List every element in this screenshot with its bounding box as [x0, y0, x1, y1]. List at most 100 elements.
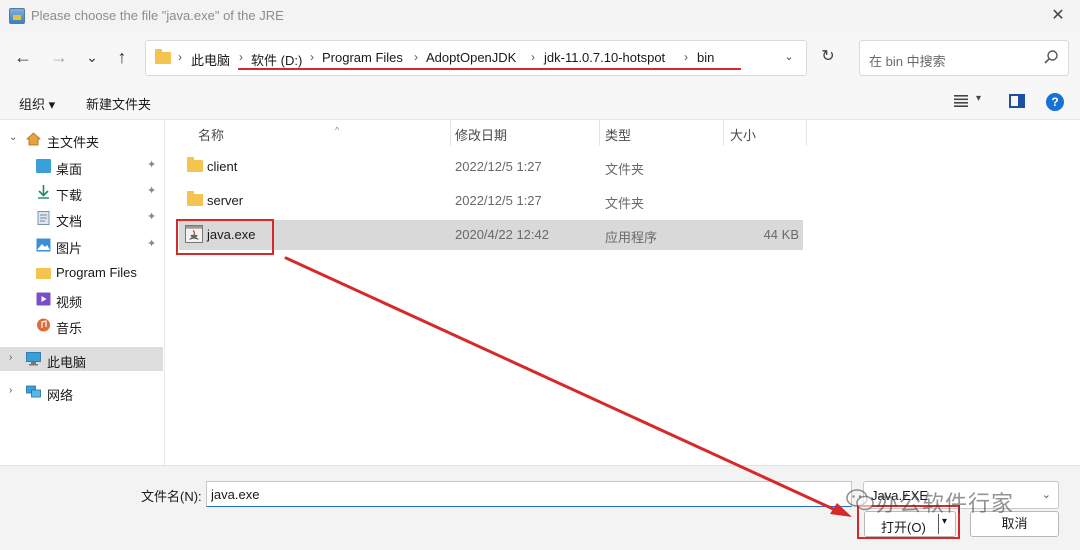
sort-ascending-icon: ^	[335, 125, 340, 135]
filename-label: 文件名(N):	[141, 489, 202, 504]
navigation-pane: ⌄ 主文件夹 桌面 ✦ 下载 ✦ 文档 ✦ 图片 ✦ Program Files…	[0, 120, 165, 465]
expanded-chevron-icon[interactable]: ⌄	[9, 132, 17, 143]
sidebar-item-pictures[interactable]: 图片 ✦	[0, 233, 163, 257]
breadcrumb-adoptopenjdk[interactable]: AdoptOpenJDK	[426, 50, 516, 65]
sidebar-item-label: 桌面	[56, 162, 83, 177]
file-name: server	[207, 193, 244, 208]
music-icon	[37, 318, 50, 332]
sidebar-item-label: 网络	[47, 388, 74, 403]
watermark: 办公软件行家	[840, 480, 1060, 520]
breadcrumb-separator: ›	[414, 50, 418, 64]
sidebar-item-network[interactable]: › 网络	[0, 380, 163, 404]
file-name: client	[207, 159, 238, 174]
sidebar-item-label: 视频	[56, 295, 83, 310]
sidebar-item-label: 此电脑	[47, 355, 87, 370]
breadcrumb-bin[interactable]: bin	[697, 50, 714, 65]
file-list: 名称 ^ 修改日期 类型 大小 client 2022/12/5 1:27 文件…	[165, 120, 1080, 465]
column-header-size[interactable]: 大小	[724, 120, 806, 146]
refresh-icon[interactable]: ↻	[817, 46, 839, 68]
sidebar-item-music[interactable]: 音乐	[0, 313, 163, 337]
sidebar-item-home[interactable]: ⌄ 主文件夹	[0, 127, 163, 151]
breadcrumb-separator: ›	[531, 50, 535, 64]
sidebar-item-label: 下载	[56, 188, 83, 203]
breadcrumb-separator: ›	[178, 50, 182, 64]
sidebar-item-documents[interactable]: 文档 ✦	[0, 206, 163, 230]
sidebar-item-label: Program Files	[56, 265, 137, 280]
watermark-text: 办公软件行家	[876, 491, 1015, 516]
document-icon	[37, 211, 50, 225]
app-icon	[9, 8, 25, 24]
address-bar[interactable]: › 此电脑 › 软件 (D:) › Program Files › AdoptO…	[145, 40, 807, 76]
sidebar-item-label: 音乐	[56, 321, 83, 336]
breadcrumb-separator: ›	[239, 50, 243, 64]
breadcrumb-separator: ›	[310, 50, 314, 64]
file-date: 2020/4/22 12:42	[455, 227, 549, 242]
expand-chevron-icon[interactable]: ›	[9, 385, 12, 396]
wechat-logo-icon	[846, 489, 874, 511]
sidebar-item-program-files[interactable]: Program Files	[0, 260, 163, 284]
pin-icon: ✦	[147, 211, 157, 223]
file-date: 2022/12/5 1:27	[455, 159, 542, 174]
sidebar-item-downloads[interactable]: 下载 ✦	[0, 180, 163, 204]
computer-icon	[26, 352, 41, 366]
file-type: 文件夹	[605, 162, 645, 177]
sidebar-item-label: 文档	[56, 214, 83, 229]
new-folder-button[interactable]: 新建文件夹	[86, 94, 151, 113]
sidebar-item-videos[interactable]: 视频	[0, 287, 163, 311]
view-list-icon[interactable]	[954, 95, 968, 107]
column-header-date[interactable]: 修改日期	[451, 120, 599, 146]
breadcrumb-jdk[interactable]: jdk-11.0.7.10-hotspot	[544, 50, 665, 65]
column-header-label: 大小	[730, 128, 757, 143]
file-type: 应用程序	[605, 230, 658, 245]
download-icon	[38, 185, 49, 199]
title-bar: Please choose the file "java.exe" of the…	[0, 0, 1080, 32]
help-icon[interactable]: ?	[1046, 93, 1064, 111]
sidebar-item-label: 图片	[56, 241, 83, 256]
pin-icon: ✦	[147, 159, 157, 171]
forward-icon[interactable]: →	[46, 44, 72, 70]
window-title: Please choose the file "java.exe" of the…	[31, 8, 284, 23]
file-type: 文件夹	[605, 196, 645, 211]
desktop-icon	[36, 159, 51, 173]
home-icon	[26, 132, 41, 146]
folder-icon	[187, 191, 203, 206]
sidebar-item-this-pc[interactable]: › 此电脑	[0, 347, 163, 371]
search-icon[interactable]	[1043, 49, 1059, 65]
sidebar-item-desktop[interactable]: 桌面 ✦	[0, 154, 163, 178]
network-icon	[26, 385, 41, 398]
back-icon[interactable]: ←	[10, 44, 36, 70]
breadcrumb-drive-d[interactable]: 软件 (D:)	[251, 50, 302, 69]
organize-button[interactable]: 组织 ▾	[19, 94, 55, 113]
preview-pane-icon[interactable]	[1009, 94, 1025, 108]
column-header-type[interactable]: 类型	[600, 120, 723, 146]
search-input[interactable]: 在 bin 中搜索	[859, 40, 1069, 76]
command-bar: 组织 ▾ 新建文件夹 ▾ ?	[0, 84, 1080, 120]
picture-icon	[36, 238, 51, 252]
column-divider[interactable]	[806, 120, 807, 146]
pin-icon: ✦	[147, 238, 157, 250]
breadcrumb-separator: ›	[684, 50, 688, 64]
address-dropdown-icon[interactable]: ⌄	[779, 50, 799, 63]
java-exe-annotation-box	[176, 219, 274, 255]
file-row-server[interactable]: server 2022/12/5 1:27 文件夹	[179, 186, 803, 216]
video-icon	[36, 292, 51, 306]
pin-icon: ✦	[147, 185, 157, 197]
sidebar-item-label: 主文件夹	[47, 135, 100, 150]
file-size: 44 KB	[763, 227, 799, 242]
file-row-client[interactable]: client 2022/12/5 1:27 文件夹	[179, 152, 803, 182]
filename-field[interactable]	[206, 481, 852, 507]
folder-icon	[36, 268, 51, 279]
recent-locations-icon[interactable]: ⌄	[79, 44, 105, 70]
column-header-label: 修改日期	[455, 128, 508, 143]
expand-chevron-icon[interactable]: ›	[9, 352, 12, 363]
column-header-label: 名称	[198, 128, 225, 143]
close-icon[interactable]: ✕	[1046, 4, 1070, 28]
up-icon[interactable]: ↑	[109, 44, 135, 70]
view-dropdown-icon[interactable]: ▾	[976, 93, 981, 104]
breadcrumb-this-pc[interactable]: 此电脑	[191, 50, 230, 69]
file-date: 2022/12/5 1:27	[455, 193, 542, 208]
column-header-name[interactable]: 名称 ^	[185, 120, 450, 146]
folder-icon	[187, 157, 203, 172]
breadcrumb-program-files[interactable]: Program Files	[322, 50, 403, 65]
column-header-label: 类型	[605, 128, 632, 143]
